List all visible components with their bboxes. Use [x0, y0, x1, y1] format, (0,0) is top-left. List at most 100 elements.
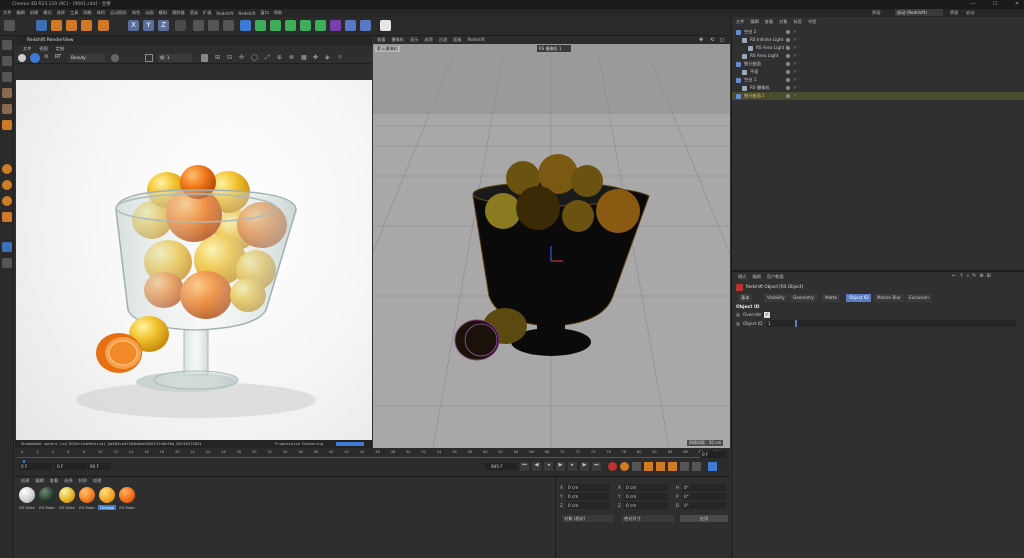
attr-menu-edit[interactable]: 编辑	[752, 274, 760, 280]
menu-render[interactable]: 渲染	[190, 10, 198, 16]
object-row[interactable]: 空白 2 ✓	[732, 28, 1024, 36]
visibility-dot[interactable]	[786, 30, 790, 34]
vp-menu-options[interactable]: 选项	[424, 36, 432, 44]
obj-menu-edit[interactable]: 编辑	[750, 19, 758, 25]
coord-value-field[interactable]: 0°	[682, 493, 726, 500]
vp-menu-display[interactable]: 显示	[410, 36, 418, 44]
attr-menu-userdata[interactable]: 用户数据	[767, 274, 784, 280]
override-checkbox[interactable]: ✓	[764, 312, 770, 318]
material-swatch-6[interactable]	[119, 487, 135, 503]
menu-window[interactable]: 窗口	[260, 10, 268, 16]
redshift-s-icon-1[interactable]	[2, 164, 12, 174]
object-row[interactable]: 细分曲面 ✓	[732, 60, 1024, 68]
check-icon[interactable]: ✓	[793, 44, 797, 52]
autokey-icon[interactable]	[620, 462, 629, 471]
crop-icon[interactable]	[145, 54, 153, 62]
menu-help[interactable]: 帮助	[274, 10, 282, 16]
vp-menu-view[interactable]: 查看	[377, 36, 385, 44]
start-frame-field[interactable]: 0 F	[19, 463, 51, 470]
vp-menu-filter[interactable]: 过滤	[439, 36, 447, 44]
menu-tracker[interactable]: 跟踪器	[172, 10, 185, 16]
color-icon[interactable]	[111, 54, 119, 62]
points-icon[interactable]	[2, 88, 12, 98]
prev-frame-icon[interactable]: ◂	[544, 462, 553, 471]
subdivision-icon[interactable]	[270, 20, 281, 31]
close-button[interactable]: ✕	[1010, 0, 1024, 9]
apply-button[interactable]: 应用	[680, 515, 728, 522]
transform-icon[interactable]	[81, 20, 92, 31]
bucket-icon[interactable]: ◈	[325, 54, 330, 61]
objid-anim-dot[interactable]	[736, 322, 740, 326]
check-icon[interactable]: ✓	[793, 36, 797, 44]
layout-extra-2[interactable]: 启动	[966, 10, 974, 16]
edges-icon[interactable]	[2, 104, 12, 114]
snap-icon[interactable]	[2, 242, 12, 252]
pattern-icon[interactable]: ✣	[239, 54, 244, 61]
visibility-dot[interactable]	[786, 70, 790, 74]
polygons-icon[interactable]	[2, 120, 12, 130]
object-row[interactable]: 细分曲面.1 ✓	[732, 92, 1024, 100]
current-frame-field[interactable]: 0 F	[55, 463, 87, 470]
tab-object-id[interactable]: Object ID	[846, 294, 872, 302]
mat-menu-material[interactable]: 材质	[79, 478, 87, 484]
redshift-light-icon[interactable]	[2, 212, 12, 222]
go-end-icon[interactable]: ⏭	[592, 462, 601, 471]
layout-extra-1[interactable]: 界面	[950, 10, 958, 16]
rv-menu-view[interactable]: 视图	[39, 45, 47, 52]
mat-menu-view[interactable]: 查看	[50, 478, 58, 484]
coord-value-field[interactable]: 0 cm	[624, 493, 668, 500]
check-icon[interactable]: ✓	[793, 68, 797, 76]
visibility-dot[interactable]	[786, 46, 790, 50]
object-row[interactable]: 空白 1 ✓	[732, 76, 1024, 84]
object-row[interactable]: RS Area Light ✓	[732, 52, 1024, 60]
end-frame-field[interactable]: 90 F	[88, 463, 110, 470]
aov-select[interactable]: Beauty	[69, 54, 105, 62]
objid-slider-handle[interactable]	[795, 320, 797, 327]
render-play-icon[interactable]	[18, 54, 26, 62]
select-icon[interactable]	[98, 20, 109, 31]
coord-value-field[interactable]: 0°	[682, 502, 726, 509]
coord-value-field[interactable]: 0 cm	[624, 484, 668, 491]
object-row[interactable]: RS 摄像机 ✓	[732, 84, 1024, 92]
keyframe-icon[interactable]	[632, 462, 641, 471]
vp-menu-camera[interactable]: 摄像机	[391, 36, 404, 44]
tab-exclusion[interactable]: Exclusion	[906, 294, 932, 302]
menu-mode[interactable]: 模式	[43, 10, 51, 16]
override-anim-dot[interactable]	[736, 313, 740, 317]
check-icon[interactable]: ✓	[793, 52, 797, 60]
menu-mesh[interactable]: 网格	[83, 10, 91, 16]
obj-menu-bookmark[interactable]: 书签	[808, 19, 816, 25]
menu-select[interactable]: 选择	[57, 10, 65, 16]
zoom-icon[interactable]: ⊕	[277, 54, 282, 61]
mesh-mode-icon[interactable]	[2, 56, 12, 66]
z-axis-icon[interactable]: Z	[158, 20, 169, 31]
obj-menu-tag[interactable]: 标签	[794, 19, 802, 25]
go-start-icon[interactable]: ⏮	[520, 462, 529, 471]
prev-key-icon[interactable]: ◀	[532, 462, 541, 471]
nav-rotate-icon[interactable]: ⟲	[710, 37, 714, 43]
material-swatch-3[interactable]	[59, 487, 75, 503]
coord-size-select[interactable]: 绝对尺寸	[622, 515, 674, 522]
denoise-icon[interactable]: ✤	[313, 54, 318, 61]
channel-icon[interactable]: ▦	[301, 54, 307, 61]
objid-field[interactable]: 1	[766, 320, 1016, 327]
move-icon[interactable]	[36, 20, 47, 31]
menu-tools[interactable]: 工具	[70, 10, 78, 16]
obj-menu-file[interactable]: 文件	[736, 19, 744, 25]
menu-character[interactable]: 角色	[132, 10, 140, 16]
timeline-ruler[interactable]: 0 2 4 6 8 10 12 14 16 18 20 22 24 26 28 30 32 34 36 38 40 42 4…	[17, 450, 726, 458]
grid-icon[interactable]: ⊞	[215, 54, 220, 61]
workplane-icon[interactable]	[2, 258, 12, 268]
fit-icon[interactable]: ⤢	[265, 54, 270, 62]
mat-menu-texture[interactable]: 纹理	[93, 478, 101, 484]
redshift-s-icon-3[interactable]	[2, 196, 12, 206]
visibility-dot[interactable]	[786, 38, 790, 42]
compare-icon[interactable]: ⊟	[227, 54, 232, 61]
check-icon[interactable]: ✓	[793, 84, 797, 92]
key-scale-icon[interactable]	[656, 462, 665, 471]
menu-edit[interactable]: 编辑	[16, 10, 24, 16]
cloner-icon[interactable]	[285, 20, 296, 31]
object-row[interactable]: RS Area Light 1 ✓	[732, 44, 1024, 52]
deformer-icon[interactable]	[300, 20, 311, 31]
circle-icon[interactable]: ◯	[251, 54, 258, 61]
